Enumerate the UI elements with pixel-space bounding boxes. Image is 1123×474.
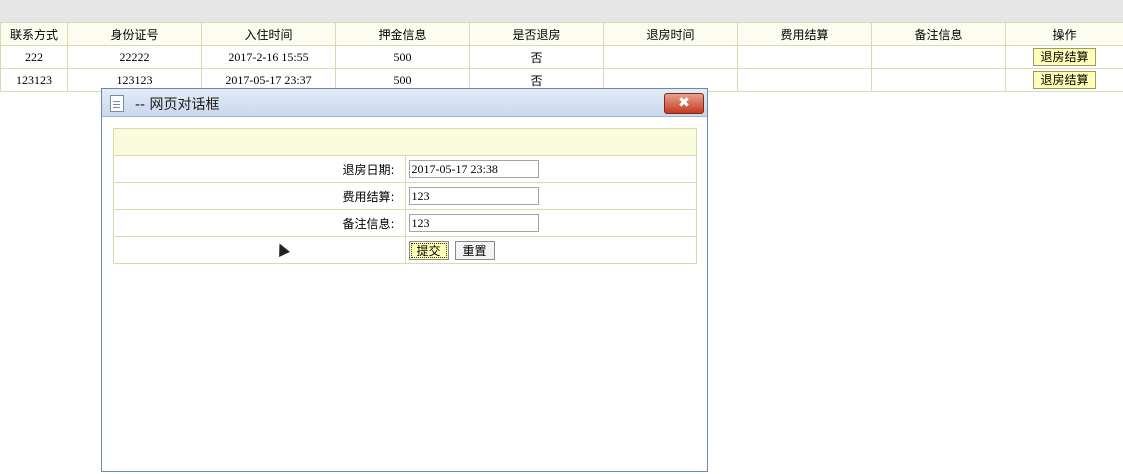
cell-settlement bbox=[737, 68, 872, 92]
checkin-table: 联系方式 身份证号 入住时间 押金信息 是否退房 退房时间 费用结算 备注信息 … bbox=[0, 22, 1123, 92]
cell-deposit: 500 bbox=[335, 45, 470, 69]
col-header-deposit: 押金信息 bbox=[335, 22, 470, 46]
form-row: 退房日期: bbox=[113, 155, 697, 183]
cell-contact: 222 bbox=[0, 45, 68, 69]
checkout-date-input[interactable] bbox=[408, 160, 539, 178]
cell-remark bbox=[871, 68, 1006, 92]
settlement-label: 费用结算: bbox=[113, 182, 406, 210]
col-header-checkin-time: 入住时间 bbox=[201, 22, 336, 46]
remark-input[interactable] bbox=[408, 214, 539, 232]
dialog-body: 退房日期: 费用结算: 备注信息: 提交重置 bbox=[102, 117, 707, 471]
remark-label: 备注信息: bbox=[113, 209, 406, 237]
cell-id-number: 22222 bbox=[67, 45, 202, 69]
document-icon bbox=[110, 95, 124, 112]
cell-checked-out: 否 bbox=[469, 45, 604, 69]
checkout-settle-button[interactable]: 退房结算 bbox=[1033, 71, 1096, 89]
cell-checkout-time bbox=[603, 45, 738, 69]
table-header-row: 联系方式 身份证号 入住时间 押金信息 是否退房 退房时间 费用结算 备注信息 … bbox=[0, 22, 1123, 46]
dialog-title: -- 网页对话框 bbox=[135, 97, 220, 113]
col-header-checkout-time: 退房时间 bbox=[603, 22, 738, 46]
submit-button[interactable]: 提交 bbox=[408, 240, 449, 260]
checkout-settle-button[interactable]: 退房结算 bbox=[1033, 48, 1096, 66]
checkout-date-label: 退房日期: bbox=[113, 155, 406, 183]
col-header-id-number: 身份证号 bbox=[67, 22, 202, 46]
cell-action: 退房结算 bbox=[1005, 68, 1123, 92]
col-header-remark: 备注信息 bbox=[871, 22, 1006, 46]
cell-contact: 123123 bbox=[0, 68, 68, 92]
cell-settlement bbox=[737, 45, 872, 69]
form-row: 备注信息: bbox=[113, 209, 697, 237]
form-row: 费用结算: bbox=[113, 182, 697, 210]
checkout-form: 退房日期: 费用结算: 备注信息: 提交重置 bbox=[113, 128, 697, 264]
table-row: 222 22222 2017-2-16 15:55 500 否 退房结算 bbox=[0, 45, 1123, 69]
settlement-input[interactable] bbox=[408, 187, 539, 205]
cell-checkin-time: 2017-2-16 15:55 bbox=[201, 45, 336, 69]
top-bar bbox=[0, 0, 1123, 22]
col-header-settlement: 费用结算 bbox=[737, 22, 872, 46]
dialog-title-bar[interactable]: -- 网页对话框 ✖ bbox=[102, 89, 707, 117]
col-header-checked-out: 是否退房 bbox=[469, 22, 604, 46]
close-icon[interactable]: ✖ bbox=[664, 93, 704, 114]
cell-remark bbox=[871, 45, 1006, 69]
cell-action: 退房结算 bbox=[1005, 45, 1123, 69]
form-button-row: 提交 重置 bbox=[113, 236, 697, 264]
reset-button[interactable]: 重置 bbox=[454, 240, 495, 260]
col-header-action: 操作 bbox=[1005, 22, 1123, 46]
form-header-row bbox=[113, 128, 697, 156]
web-dialog: -- 网页对话框 ✖ 退房日期: 费用结算: 备注信息: bbox=[101, 88, 708, 472]
col-header-contact: 联系方式 bbox=[0, 22, 68, 46]
